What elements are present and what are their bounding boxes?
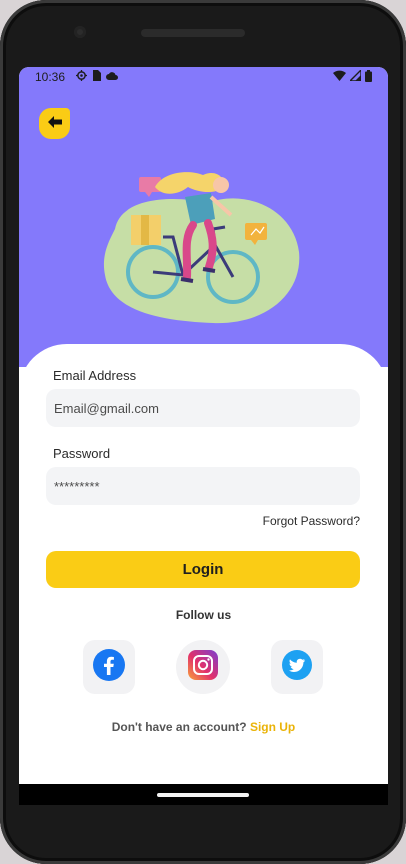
- forgot-password-link[interactable]: Forgot Password?: [263, 514, 360, 528]
- settings-icon: [76, 70, 88, 84]
- wifi-icon: [333, 70, 346, 84]
- twitter-button[interactable]: [271, 640, 323, 694]
- signal-icon: [348, 68, 362, 84]
- signup-link[interactable]: Sign Up: [250, 720, 295, 734]
- instagram-icon: [188, 649, 218, 685]
- status-time: 10:36: [35, 70, 66, 84]
- facebook-button[interactable]: [83, 640, 135, 694]
- twitter-icon: [282, 649, 312, 685]
- login-button[interactable]: Login: [46, 551, 360, 588]
- sim-card-icon: [92, 70, 102, 84]
- login-card: Email Address Password Forgot Password? …: [19, 344, 388, 804]
- password-label: Password: [53, 446, 111, 461]
- signup-row: Don't have an account? Sign Up: [19, 720, 388, 734]
- follow-us-label: Follow us: [175, 608, 232, 622]
- instagram-button[interactable]: [176, 640, 230, 694]
- app-screen: 10:36 Email Address Email@gmail.com Pass…: [19, 67, 388, 804]
- email-field[interactable]: [46, 389, 360, 427]
- signup-prompt: Don't have an account?: [111, 720, 247, 734]
- front-camera: [74, 26, 86, 38]
- status-bar: 10:36: [19, 67, 388, 87]
- cloud-icon: [106, 70, 119, 84]
- earpiece-speaker: [141, 29, 245, 37]
- cyclist-illustration: [103, 172, 300, 324]
- battery-icon: [365, 69, 372, 85]
- email-label: Email Address: [53, 368, 137, 383]
- home-indicator[interactable]: [157, 793, 249, 797]
- back-button[interactable]: [39, 108, 70, 139]
- password-field[interactable]: [46, 467, 360, 505]
- arrow-left-icon: [47, 115, 62, 133]
- hero-section: 10:36: [19, 67, 388, 367]
- facebook-icon: [93, 648, 125, 686]
